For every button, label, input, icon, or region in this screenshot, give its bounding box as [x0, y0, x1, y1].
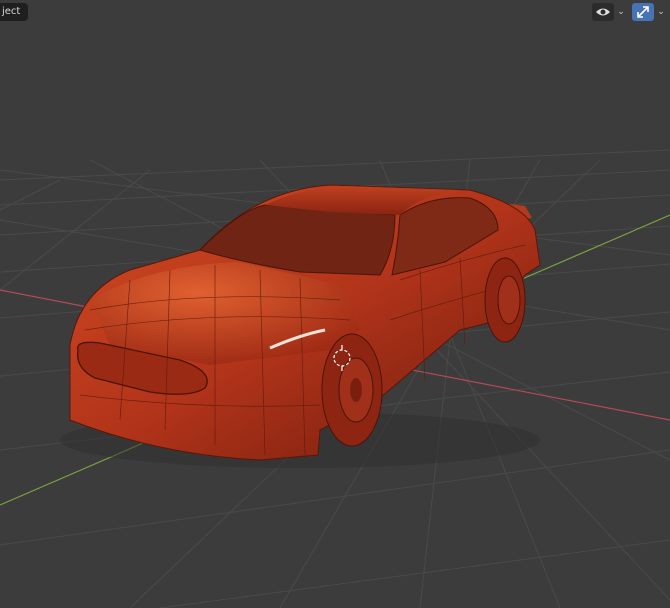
viewport-canvas[interactable]: [0, 0, 670, 608]
chevron-down-icon[interactable]: ⌄: [616, 7, 626, 17]
3d-viewport[interactable]: [0, 0, 670, 608]
viewport-header-controls: ⌄ ⌄: [592, 3, 666, 21]
object-mode-label[interactable]: ject: [0, 3, 29, 21]
front-wheel: [321, 333, 383, 447]
rear-wheel: [484, 257, 526, 343]
chevron-down-icon[interactable]: ⌄: [656, 7, 666, 17]
eye-icon[interactable]: [592, 3, 614, 21]
gizmo-icon[interactable]: [632, 3, 654, 21]
object-mode-text: ject: [2, 6, 21, 17]
visibility-dropdown[interactable]: ⌄: [592, 3, 626, 21]
gizmo-dropdown[interactable]: ⌄: [632, 3, 666, 21]
